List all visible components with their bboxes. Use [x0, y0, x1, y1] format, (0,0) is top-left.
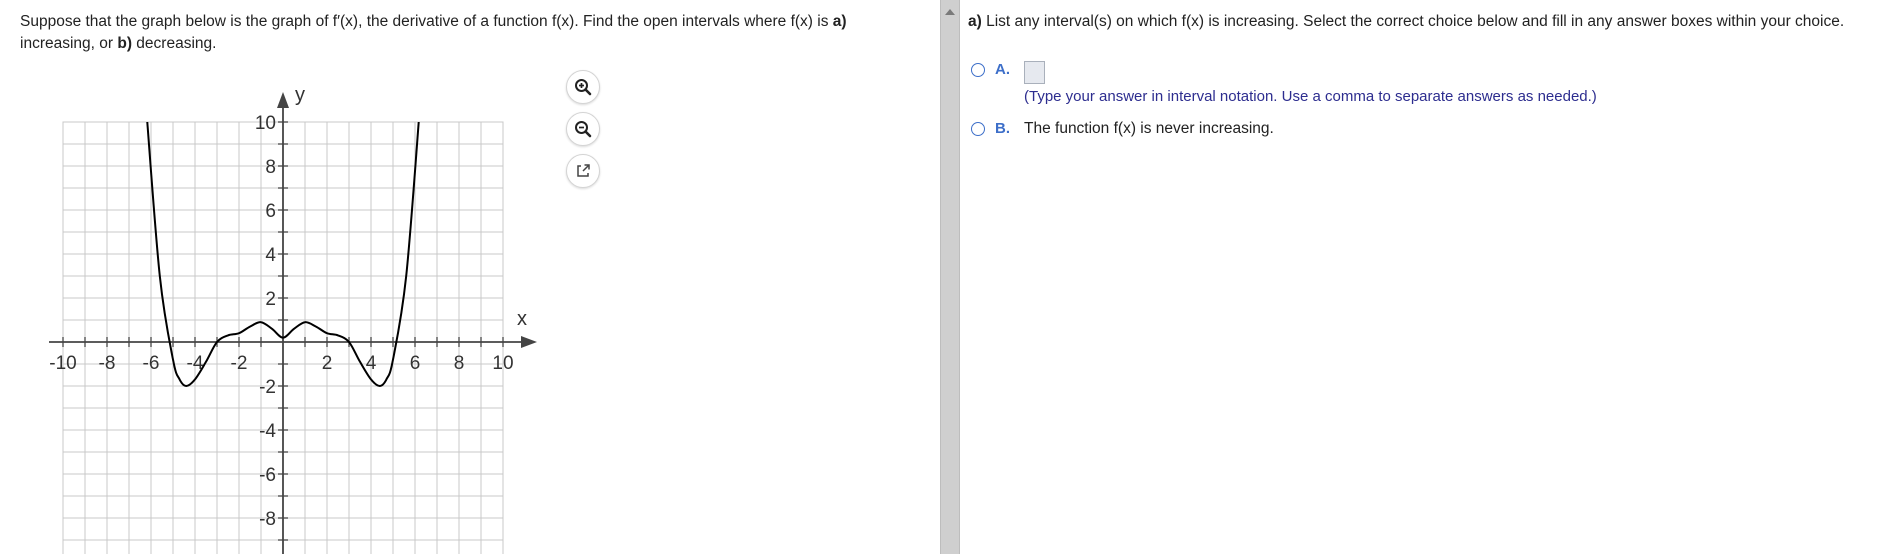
choice-b-text[interactable]: The function f(x) is never increasing. [1024, 119, 1274, 139]
x-tick-label: -2 [231, 353, 248, 374]
question-bold-a: a) [832, 13, 847, 30]
y-axis-label: y [295, 84, 305, 106]
y-tick-label: -4 [259, 421, 276, 442]
zoom-in-icon [575, 79, 592, 96]
choice-a-hint: (Type your answer in interval notation. … [1024, 88, 1597, 105]
x-tick-label: 6 [410, 353, 421, 374]
choice-a-answer-input[interactable] [1024, 61, 1045, 84]
y-axis-arrow-icon [277, 92, 289, 108]
x-tick-label: 10 [492, 353, 513, 374]
popout-icon [577, 164, 590, 177]
zoom-out-icon [575, 121, 592, 138]
x-axis-label: x [517, 308, 527, 330]
choice-b-letter[interactable]: B. [995, 119, 1010, 139]
x-tick-label: 2 [322, 353, 333, 374]
x-tick-label: -6 [143, 353, 160, 374]
y-tick-label: -2 [259, 377, 276, 398]
zoom-out-button[interactable] [566, 112, 600, 146]
x-tick-label: 8 [454, 353, 465, 374]
x-axis-arrow-icon [521, 336, 537, 348]
y-tick-label: 2 [265, 289, 276, 310]
question-pane: Suppose that the graph below is the grap… [0, 0, 936, 554]
y-tick-label: 8 [265, 157, 276, 178]
choice-b-radio[interactable] [971, 122, 985, 136]
answer-pane: a) List any interval(s) on which f(x) is… [968, 0, 1891, 554]
pane-divider-scrollbar[interactable] [940, 0, 960, 554]
choice-a-letter[interactable]: A. [995, 60, 1010, 80]
derivative-graph: xy -10-8-6-4-2246810108642-2-4-6-8-10 [49, 84, 537, 554]
x-tick-label: -8 [99, 353, 116, 374]
y-tick-label: 4 [265, 245, 276, 266]
choice-a-radio[interactable] [971, 63, 985, 77]
y-tick-label: 6 [265, 201, 276, 222]
popout-button[interactable] [566, 154, 600, 188]
y-tick-label: -6 [259, 465, 276, 486]
y-tick-label: 10 [255, 113, 276, 134]
part-a-prompt: a) List any interval(s) on which f(x) is… [968, 11, 1844, 33]
x-tick-label: 4 [366, 353, 377, 374]
part-a-prompt-text: List any interval(s) on which f(x) is in… [981, 13, 1845, 30]
y-tick-label: -8 [259, 509, 276, 530]
x-tick-label: -10 [49, 353, 76, 374]
zoom-in-button[interactable] [566, 70, 600, 104]
scroll-up-arrow-icon[interactable] [945, 9, 955, 15]
part-a-label: a) [968, 13, 982, 30]
